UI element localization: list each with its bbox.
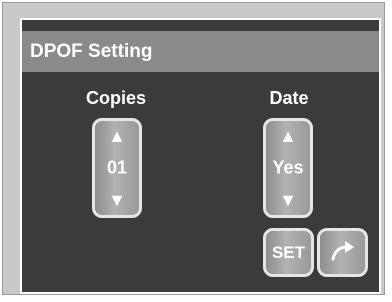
date-value: Yes: [272, 157, 304, 178]
camera-screen: DPOF Setting Copies ▲ 01 ▼ Date ▲ Yes ▼ …: [20, 18, 381, 294]
date-down-arrow-icon[interactable]: ▼: [266, 191, 310, 209]
date-up-arrow-icon[interactable]: ▲: [266, 127, 310, 145]
return-button[interactable]: [317, 228, 368, 277]
page-title: DPOF Setting: [30, 40, 153, 62]
copies-value: 01: [106, 157, 128, 178]
date-label: Date: [269, 88, 309, 108]
copies-spinner: ▲ 01 ▼: [92, 118, 142, 218]
date-spinner: ▲ Yes ▼: [263, 118, 313, 218]
return-arrow-icon: [330, 239, 356, 266]
copies-down-arrow-icon[interactable]: ▼: [95, 191, 139, 209]
set-button[interactable]: SET: [263, 228, 314, 277]
copies-up-arrow-icon[interactable]: ▲: [95, 127, 139, 145]
device-frame: DPOF Setting Copies ▲ 01 ▼ Date ▲ Yes ▼ …: [2, 2, 385, 295]
copies-label: Copies: [85, 88, 146, 108]
title-bar: DPOF Setting: [22, 31, 379, 72]
